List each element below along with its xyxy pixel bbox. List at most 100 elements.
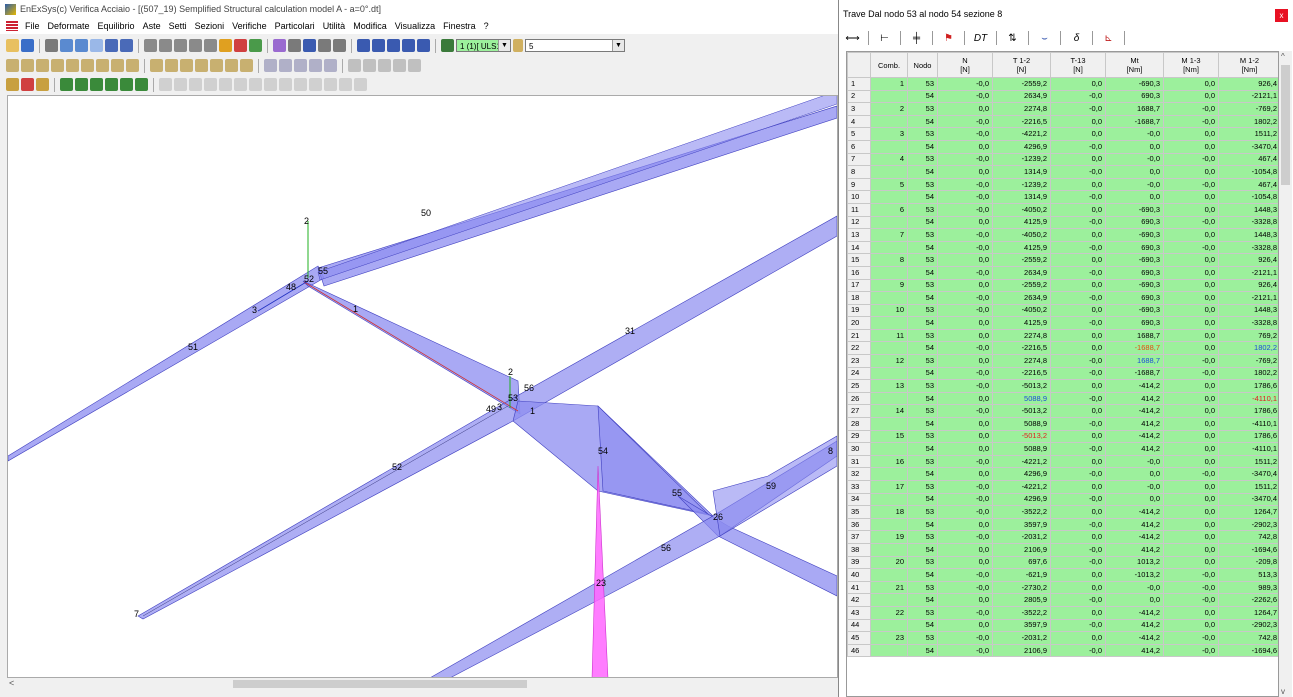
table-cell[interactable] bbox=[870, 618, 908, 633]
column-header[interactable]: M 1-3 [Nm] bbox=[1163, 52, 1219, 78]
table-cell[interactable]: 53 bbox=[907, 77, 938, 91]
table-cell[interactable]: 1786,6 bbox=[1218, 379, 1278, 393]
info-icon[interactable] bbox=[36, 78, 49, 91]
zoom-out-icon[interactable] bbox=[75, 39, 88, 52]
table-cell[interactable]: -0,0 bbox=[1050, 102, 1106, 116]
table-cell[interactable]: 4125,9 bbox=[992, 215, 1051, 230]
table-cell[interactable]: 9 bbox=[870, 278, 908, 293]
table-cell[interactable]: -0,0 bbox=[937, 643, 993, 658]
connection-icon[interactable] bbox=[195, 59, 208, 72]
weld-icon[interactable] bbox=[240, 59, 253, 72]
table-cell[interactable]: 690,3 bbox=[1105, 215, 1164, 230]
table-cell[interactable]: 21 bbox=[870, 580, 908, 595]
table-cell[interactable]: 1802,2 bbox=[1218, 114, 1278, 129]
table-cell[interactable] bbox=[870, 568, 908, 582]
table-cell[interactable]: 12 bbox=[870, 354, 908, 368]
table-cell[interactable]: -0,0 bbox=[1050, 643, 1106, 658]
table-cell[interactable]: 0,0 bbox=[1163, 303, 1219, 318]
table-cell[interactable]: 4296,9 bbox=[992, 139, 1051, 154]
table-cell[interactable]: 0,0 bbox=[1050, 303, 1106, 318]
table-cell[interactable]: -209,8 bbox=[1218, 555, 1278, 570]
axis-icon[interactable] bbox=[6, 59, 19, 72]
table-cell[interactable]: -414,2 bbox=[1105, 530, 1164, 544]
table-row[interactable]: 27 14 53 -0,0 -5013,2 0,0 -414,2 0,0 1786,6 bbox=[847, 404, 1278, 419]
table-cell[interactable]: -690,3 bbox=[1105, 278, 1164, 293]
table-row[interactable]: 41 21 53 -0,0 -2730,2 0,0 -0,0 -0,0 989,3 bbox=[847, 580, 1278, 595]
table-cell[interactable]: 54 bbox=[907, 291, 938, 305]
table-cell[interactable]: -2730,2 bbox=[992, 580, 1051, 595]
table-cell[interactable]: -0,0 bbox=[937, 492, 993, 507]
frame-roof-icon[interactable] bbox=[309, 59, 322, 72]
section-start-icon[interactable]: ⊢ bbox=[877, 31, 892, 46]
scrollbar-thumb[interactable] bbox=[1281, 65, 1290, 185]
table-cell[interactable]: -0,0 bbox=[937, 454, 993, 469]
table-cell[interactable]: -0,0 bbox=[1163, 467, 1219, 481]
table-cell[interactable]: 0,0 bbox=[1163, 77, 1219, 91]
table-cell[interactable]: 53 bbox=[907, 530, 938, 544]
dimension-icon[interactable] bbox=[363, 59, 376, 72]
table-cell[interactable]: -1688,7 bbox=[1105, 341, 1164, 356]
table-row[interactable]: 16 54 -0,0 2634,9 -0,0 690,3 0,0 -2121,1 bbox=[847, 265, 1278, 280]
table-cell[interactable]: -0,0 bbox=[1050, 291, 1106, 305]
table-cell[interactable]: 0,0 bbox=[1050, 505, 1106, 519]
view-columns-icon[interactable] bbox=[120, 39, 133, 52]
table-cell[interactable]: -4050,2 bbox=[992, 202, 1051, 217]
table-cell[interactable]: 0,0 bbox=[1163, 253, 1219, 267]
table-cell[interactable]: -0,0 bbox=[937, 202, 993, 217]
node-icon[interactable] bbox=[21, 59, 34, 72]
table-row[interactable]: 42 54 0,0 2805,9 -0,0 0,0 -0,0 -2262,6 bbox=[847, 593, 1278, 607]
table-cell[interactable]: 697,6 bbox=[992, 555, 1051, 570]
table-cell[interactable]: 414,2 bbox=[1105, 391, 1164, 406]
chevron-down-icon[interactable]: ▼ bbox=[612, 40, 624, 51]
table-cell[interactable]: 0,0 bbox=[1163, 127, 1219, 141]
marker-icon[interactable] bbox=[513, 39, 523, 52]
table-cell[interactable]: 0,0 bbox=[1050, 341, 1106, 356]
table-cell[interactable]: -0,0 bbox=[1163, 631, 1219, 645]
table-row[interactable]: 10 54 -0,0 1314,9 -0,0 0,0 0,0 -1054,8 bbox=[847, 190, 1278, 204]
table-cell[interactable]: -1688,7 bbox=[1105, 114, 1164, 129]
table-cell[interactable] bbox=[870, 643, 908, 658]
table-cell[interactable]: -0,0 bbox=[1050, 89, 1106, 104]
table-cell[interactable]: -1694,6 bbox=[1218, 643, 1278, 658]
table-cell[interactable]: 2106,9 bbox=[992, 542, 1051, 557]
truss-icon[interactable] bbox=[204, 39, 217, 52]
table-row[interactable]: 1 1 53 -0,0 -2559,2 0,0 -690,3 0,0 926,4 bbox=[847, 77, 1278, 91]
table-cell[interactable]: 742,8 bbox=[1218, 530, 1278, 544]
table-cell[interactable]: 0,0 bbox=[1163, 165, 1219, 179]
table-cell[interactable]: -0,0 bbox=[937, 265, 993, 280]
scrollbar-thumb[interactable] bbox=[233, 680, 527, 688]
table-cell[interactable]: 0,0 bbox=[1105, 165, 1164, 179]
table-cell[interactable]: -0,0 bbox=[937, 152, 993, 167]
mirror-icon[interactable] bbox=[309, 78, 322, 91]
structure-drawing[interactable]: 2 50 52 48 55 3 1 51 2 53 49 3 56 1 31 5… bbox=[8, 96, 837, 677]
table-cell[interactable] bbox=[870, 391, 908, 406]
table-cell[interactable]: -0,0 bbox=[1050, 442, 1106, 456]
link-icon[interactable] bbox=[288, 39, 301, 52]
layer-icon[interactable] bbox=[60, 78, 73, 91]
table-cell[interactable]: 0,0 bbox=[1163, 379, 1219, 393]
load-combination-select[interactable]: 1 (1)[ ULS1 - wind+ ▼ bbox=[456, 39, 511, 64]
table-cell[interactable]: 2 bbox=[870, 102, 908, 116]
table-cell[interactable]: 54 bbox=[907, 165, 938, 179]
table-cell[interactable]: 2634,9 bbox=[992, 89, 1051, 104]
table-cell[interactable]: 690,3 bbox=[1105, 240, 1164, 255]
hash-icon[interactable] bbox=[105, 78, 118, 91]
table-cell[interactable]: 54 bbox=[907, 593, 938, 607]
table-cell[interactable]: -0,0 bbox=[937, 127, 993, 141]
color-icon[interactable] bbox=[234, 39, 247, 52]
table-cell[interactable]: -0,0 bbox=[1163, 593, 1219, 607]
table-cell[interactable]: 53 bbox=[907, 228, 938, 242]
table-cell[interactable]: -0,0 bbox=[1163, 102, 1219, 116]
table-cell[interactable]: -0,0 bbox=[937, 379, 993, 393]
table-cell[interactable]: -0,0 bbox=[937, 177, 993, 192]
table-cell[interactable]: 0,0 bbox=[1050, 631, 1106, 645]
column-header[interactable]: Mt [Nm] bbox=[1105, 52, 1164, 78]
table-cell[interactable]: 54 bbox=[907, 492, 938, 507]
table-cell[interactable]: 54 bbox=[907, 89, 938, 104]
table-cell[interactable]: 4125,9 bbox=[992, 240, 1051, 255]
plate-icon[interactable] bbox=[210, 59, 223, 72]
table-cell[interactable]: 2274,8 bbox=[992, 102, 1051, 116]
table-cell[interactable]: 17 bbox=[870, 480, 908, 494]
hinge-icon[interactable] bbox=[66, 59, 79, 72]
table-cell[interactable] bbox=[870, 517, 908, 532]
